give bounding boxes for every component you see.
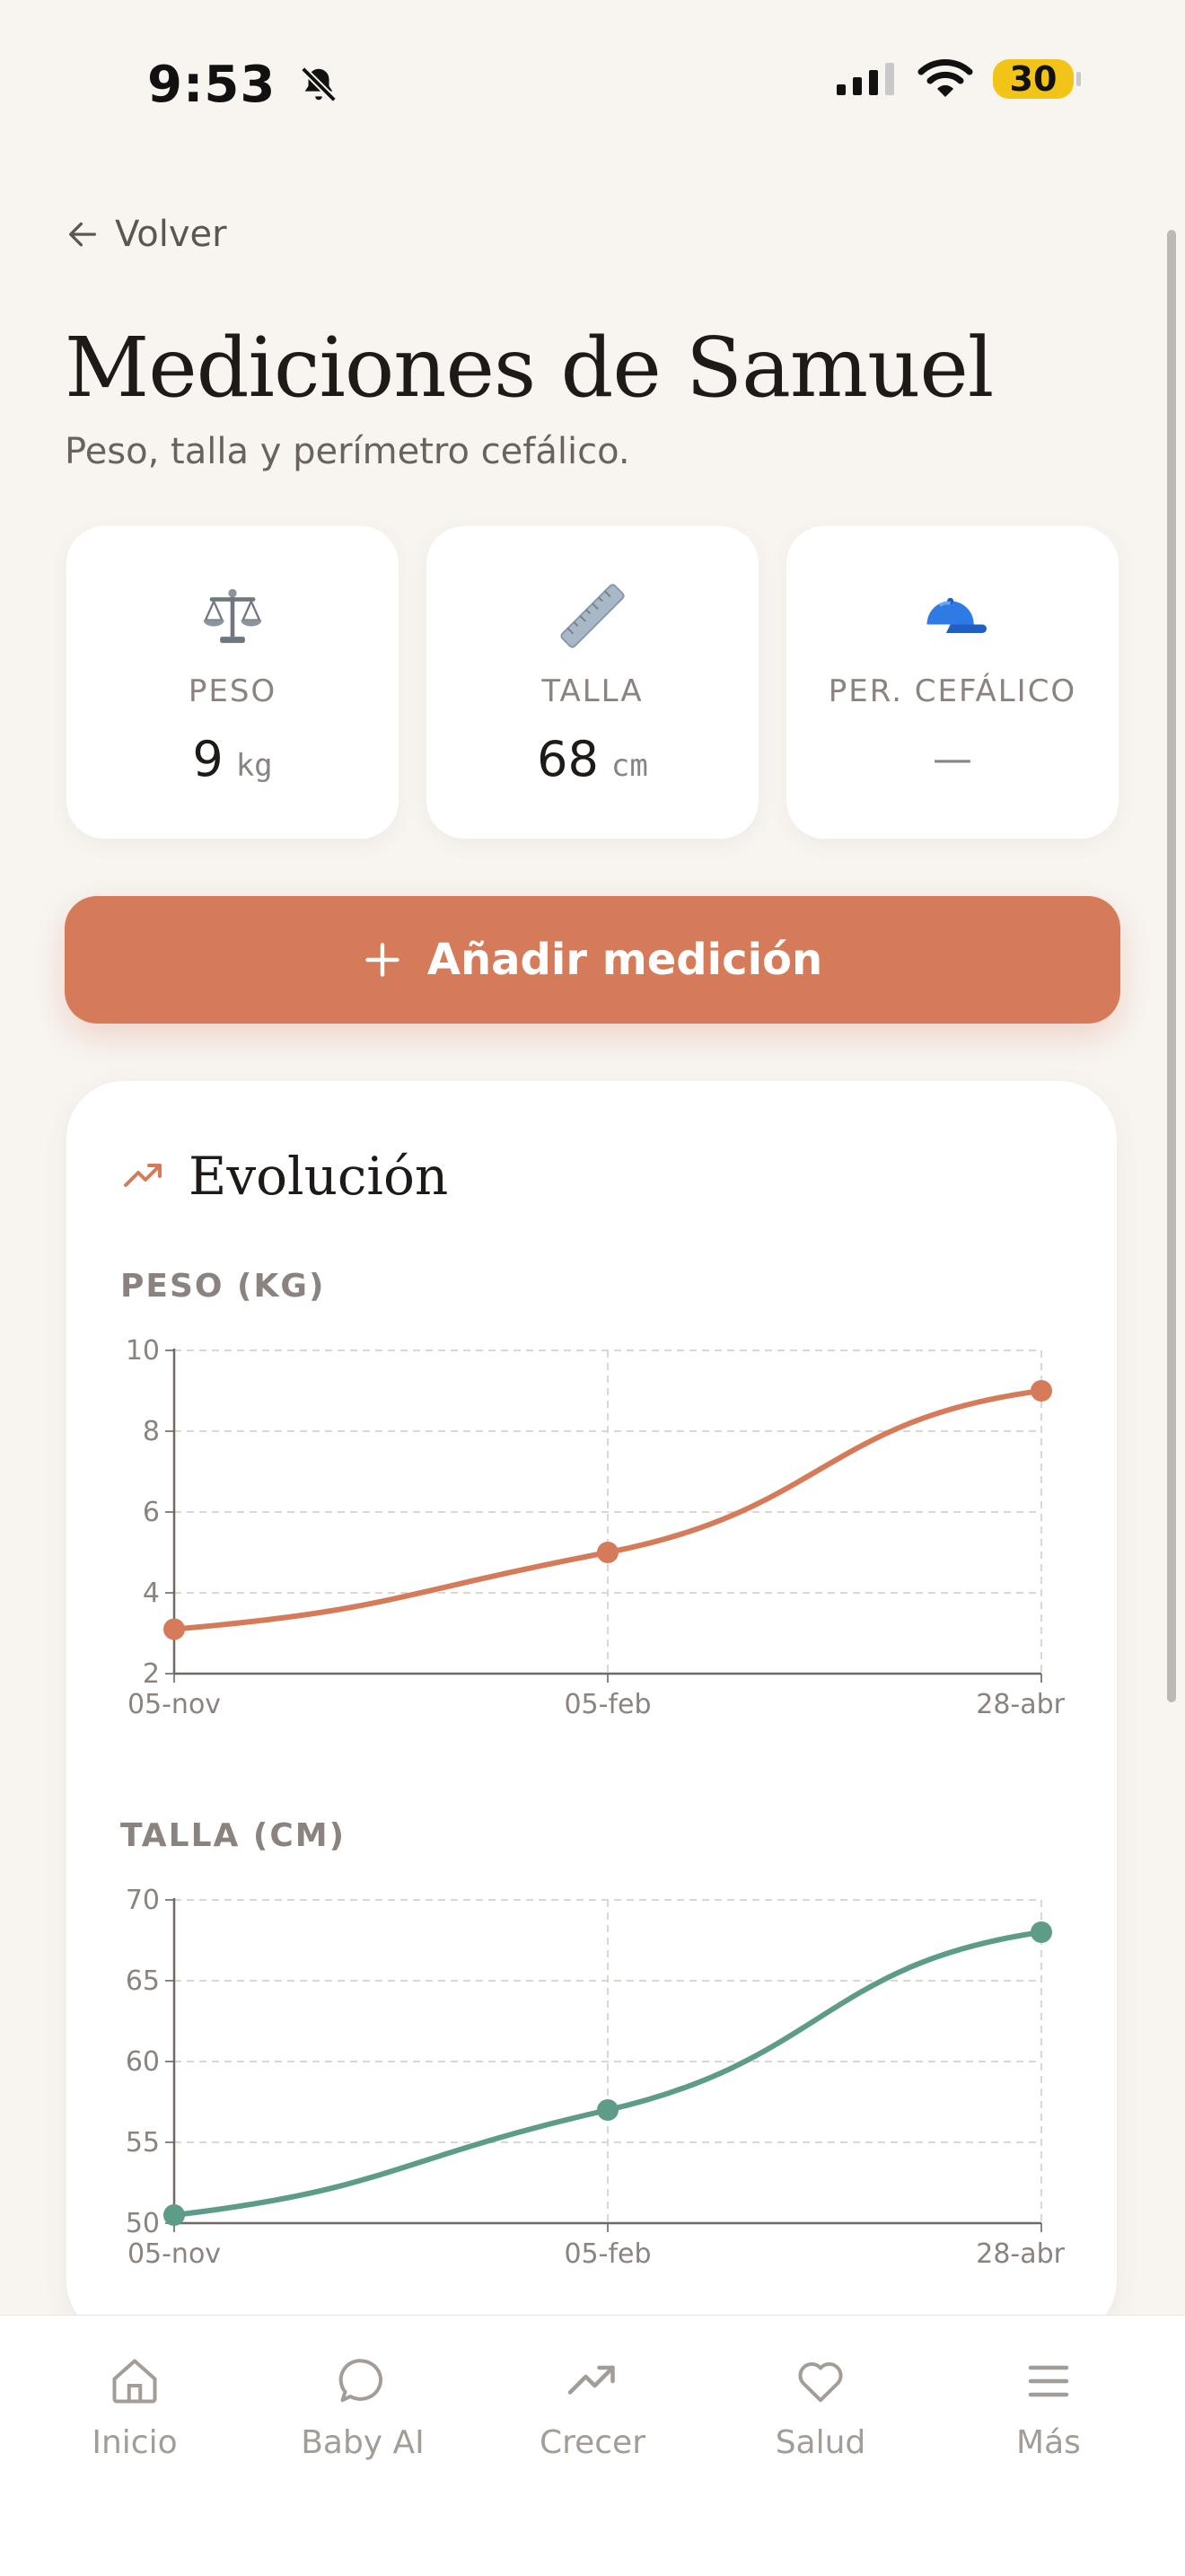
weight-chart-xtick-label: 28-abr — [976, 1689, 1065, 1720]
weight-chart-ytick-label: 8 — [143, 1416, 160, 1447]
height-chart-data-point — [597, 2099, 619, 2121]
height-chart-data-point — [163, 2204, 185, 2226]
height-chart-xtick-label: 05-nov — [127, 2238, 221, 2270]
height-chart-xtick-label: 05-feb — [564, 2238, 651, 2270]
weight-chart-data-point — [597, 1542, 619, 1563]
weight-chart-ytick-label: 2 — [143, 1658, 160, 1690]
weight-chart-ytick-label: 4 — [143, 1578, 160, 1609]
height-label: TALLA — [541, 673, 644, 709]
height-value-row: 68 cm — [537, 731, 648, 787]
plus-icon — [365, 943, 399, 977]
height-card: TALLA 68 cm — [426, 526, 759, 839]
weight-value: 9 — [192, 731, 224, 787]
ruler-icon — [560, 584, 625, 648]
evolution-header: Evolución — [122, 1146, 448, 1207]
cap-icon — [926, 597, 987, 633]
page-subtitle: Peso, talla y perímetro cefálico. — [65, 431, 630, 472]
weight-chart-ytick-label: 6 — [143, 1497, 160, 1528]
wifi-icon — [917, 59, 973, 97]
back-button[interactable]: Volver — [65, 214, 227, 255]
weight-chart-xtick-label: 05-feb — [564, 1689, 651, 1720]
height-unit: cm — [610, 748, 648, 784]
status-indicators: 30 — [835, 59, 1081, 99]
back-label: Volver — [115, 214, 227, 255]
weight-chart-data-point — [1031, 1380, 1052, 1402]
scale-icon — [203, 588, 262, 644]
weight-chart-title: PESO (KG) — [120, 1268, 326, 1305]
bell-slash-icon — [300, 66, 337, 102]
height-chart-title: TALLA (CM) — [120, 1817, 347, 1854]
arrow-left-icon — [69, 222, 97, 247]
menu-icon — [1028, 2365, 1069, 2397]
height-chart: 50 55 60 65 70 05-nov 05-feb 28-abr — [126, 1885, 1066, 2270]
height-chart-ytick-label: 65 — [126, 1965, 160, 1997]
tab-salud-label: Salud — [775, 2424, 866, 2461]
weight-unit: kg — [235, 748, 273, 784]
add-measurement-button[interactable]: Añadir medición — [65, 896, 1120, 1024]
height-chart-ytick-label: 60 — [126, 2046, 160, 2078]
height-chart-series-line — [171, 1930, 1044, 2218]
page-title: Mediciones de Samuel — [65, 320, 994, 416]
tab-inicio[interactable]: Inicio — [45, 2354, 224, 2461]
weight-chart: 2 4 6 8 10 05-nov 05-feb 28-abr — [126, 1335, 1066, 1720]
battery-indicator: 30 — [993, 59, 1081, 99]
heart-icon — [798, 2361, 843, 2403]
add-measurement-label: Añadir medición — [426, 935, 823, 985]
tab-mas[interactable]: Más — [959, 2354, 1138, 2461]
height-chart-ytick-label: 70 — [126, 1885, 160, 1916]
tab-mas-label: Más — [1016, 2424, 1081, 2461]
weight-label: PESO — [188, 673, 277, 709]
status-time: 9:53 — [147, 56, 339, 114]
trend-up-icon — [567, 2365, 615, 2395]
tab-crecer-label: Crecer — [539, 2424, 646, 2461]
scroll-indicator[interactable] — [1167, 230, 1176, 1702]
weight-card: PESO 9 kg — [66, 526, 399, 839]
height-chart-data-point — [1031, 1921, 1052, 1943]
evolution-title: Evolución — [189, 1146, 449, 1207]
cellular-signal-icon — [837, 63, 894, 95]
weight-chart-xtick-label: 05-nov — [127, 1689, 221, 1720]
tab-baby-ai[interactable]: Baby AI — [273, 2354, 452, 2461]
weight-chart-data-point — [163, 1618, 185, 1640]
head-circumference-card: PER. CEFÁLICO — — [786, 526, 1119, 839]
weight-value-row: 9 kg — [192, 731, 272, 787]
tab-inicio-label: Inicio — [92, 2424, 178, 2461]
height-chart-xtick-label: 28-abr — [976, 2238, 1065, 2270]
home-icon — [112, 2359, 157, 2404]
weight-chart-ytick-label: 10 — [126, 1335, 160, 1367]
height-chart-ytick-label: 55 — [126, 2127, 160, 2158]
head-circumference-value: — — [933, 736, 972, 782]
tab-salud[interactable]: Salud — [731, 2354, 910, 2461]
head-circumference-label: PER. CEFÁLICO — [828, 673, 1077, 709]
tab-baby-ai-label: Baby AI — [301, 2424, 425, 2461]
trend-up-icon — [124, 1164, 162, 1187]
height-value: 68 — [537, 731, 599, 787]
height-chart-ytick-label: 50 — [126, 2208, 160, 2239]
tab-crecer[interactable]: Crecer — [503, 2354, 682, 2461]
chat-bubble-icon — [338, 2359, 383, 2403]
